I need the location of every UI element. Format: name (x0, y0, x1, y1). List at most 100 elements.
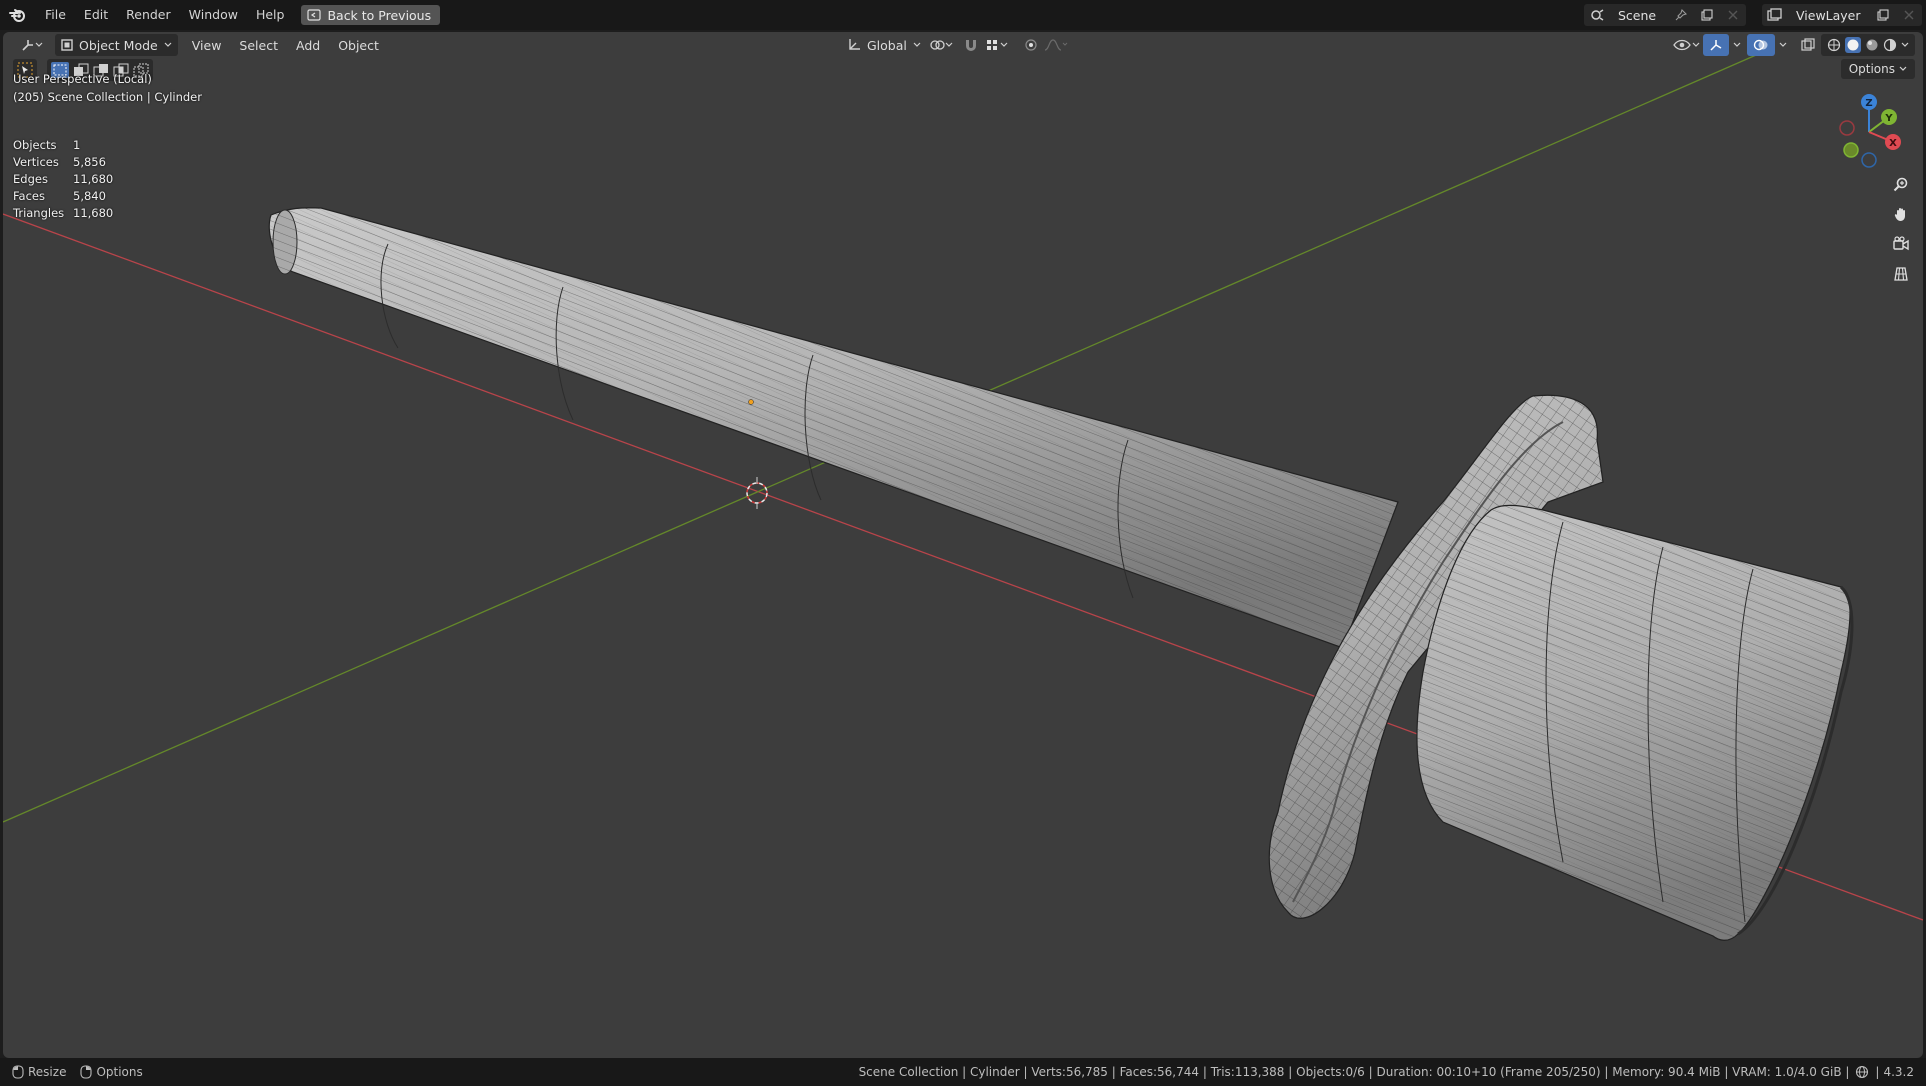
material-shading-icon[interactable] (1865, 38, 1879, 52)
stat-row: Objects 1 (13, 136, 113, 153)
stat-row: Vertices 5,856 (13, 153, 113, 170)
scene-icon (1584, 4, 1610, 26)
status-hints: Resize Options (12, 1065, 143, 1079)
back-to-previous-label: Back to Previous (327, 7, 432, 23)
menu-help[interactable]: Help (247, 0, 294, 30)
pivot-point-icon[interactable] (923, 34, 961, 56)
blender-logo-icon[interactable] (0, 0, 36, 30)
stat-row: Faces 5,840 (13, 187, 113, 204)
options-hint-label: Options (96, 1065, 143, 1079)
delete-viewlayer-icon[interactable] (1896, 4, 1922, 26)
stat-label: Triangles (13, 205, 65, 220)
options-dropdown[interactable]: Options (1840, 59, 1915, 79)
3d-viewport[interactable]: Object Mode View Select Add Object Globa… (3, 32, 1923, 1058)
visibility-eye-icon[interactable] (1667, 34, 1707, 56)
overlays-dropdown-icon[interactable] (1773, 34, 1793, 56)
select-menu[interactable]: Select (233, 34, 284, 56)
snap-increment-icon[interactable] (979, 34, 1017, 56)
pin-icon[interactable] (1668, 4, 1694, 26)
menu-file[interactable]: File (36, 0, 75, 30)
transform-orientation-dropdown[interactable]: Global (841, 34, 927, 56)
version-label: 4.3.2 (1883, 1065, 1914, 1079)
scene-info: Scene Collection | Cylinder | Verts:56,7… (858, 1065, 1914, 1079)
chevron-down-icon (913, 42, 921, 47)
editor-type-icon[interactable] (15, 34, 49, 56)
status-hint: Options (80, 1065, 143, 1079)
object-mode-dropdown[interactable]: Object Mode (55, 34, 178, 56)
delete-scene-icon[interactable] (1720, 4, 1746, 26)
object-mode-label: Object Mode (79, 37, 158, 53)
3d-cursor[interactable] (746, 477, 768, 509)
zoom-icon[interactable] (1889, 172, 1913, 196)
gizmo-y-label: Y (1884, 113, 1893, 124)
stat-label: Vertices (13, 154, 59, 169)
viewlayer-name[interactable]: ViewLayer (1788, 8, 1869, 23)
stat-value: 11,680 (73, 205, 114, 220)
scene-selector[interactable]: Scene (1584, 4, 1746, 26)
mouse-left-icon (12, 1065, 24, 1079)
viewlayer-icon (1762, 4, 1788, 26)
back-to-previous-button[interactable]: Back to Previous (301, 5, 441, 25)
viewlayer-selector[interactable]: ViewLayer (1762, 4, 1922, 26)
object-origin (748, 399, 754, 405)
menu-window[interactable]: Window (180, 0, 247, 30)
wireframe-shading-icon[interactable] (1827, 38, 1841, 52)
stat-row: Triangles 11,680 (13, 204, 113, 221)
stat-value: 1 (73, 137, 81, 152)
gizmo-neg-z[interactable] (1861, 152, 1877, 168)
bell-cup-mesh[interactable] (1416, 504, 1854, 941)
navigation-gizmo[interactable]: Z Y X (1829, 90, 1909, 170)
collection-label: (205) Scene Collection | Cylinder (13, 90, 202, 104)
new-viewlayer-icon[interactable] (1870, 4, 1896, 26)
chevron-down-icon[interactable] (1901, 42, 1909, 48)
status-hint: Resize (12, 1065, 66, 1079)
gizmo-toggle-icon[interactable] (1703, 34, 1729, 56)
chevron-down-icon (1899, 66, 1907, 71)
solid-shading-icon[interactable] (1845, 37, 1861, 53)
camera-view-icon[interactable] (1889, 232, 1913, 256)
shading-mode-group (1821, 34, 1915, 56)
orientation-label: Global (867, 37, 907, 53)
menu-render[interactable]: Render (117, 0, 180, 30)
viewport-header: Object Mode View Select Add Object Globa… (3, 32, 1923, 58)
top-menu-bar: File Edit Render Window Help Back to Pre… (0, 0, 1926, 30)
xray-toggle-icon[interactable] (1795, 34, 1821, 56)
gizmo-x-label: X (1889, 138, 1897, 149)
gizmo-neg-y[interactable] (1843, 142, 1859, 158)
options-label: Options (1848, 62, 1895, 76)
orientation-axes-icon (849, 39, 860, 50)
gizmo-z-label: Z (1865, 98, 1872, 109)
stat-value: 11,680 (73, 171, 114, 186)
new-scene-icon[interactable] (1694, 4, 1720, 26)
mouse-right-icon (80, 1065, 93, 1079)
overlays-toggle-icon[interactable] (1747, 34, 1775, 56)
blender-window: File Edit Render Window Help Back to Pre… (0, 0, 1926, 1086)
gizmo-dropdown-icon[interactable] (1727, 34, 1747, 56)
object-mode-icon (61, 39, 73, 51)
status-bar: Resize Options Scene Collection | Cylind… (0, 1058, 1926, 1086)
main-menu: File Edit Render Window Help (36, 0, 293, 30)
chevron-down-icon (164, 42, 172, 47)
orthographic-grid-icon[interactable] (1889, 262, 1913, 286)
view-name-label: User Perspective (Local) (13, 72, 152, 86)
back-icon (307, 9, 322, 21)
falloff-curve-icon[interactable] (1037, 34, 1075, 56)
object-menu[interactable]: Object (332, 34, 385, 56)
scene-info-text: Scene Collection | Cylinder | Verts:56,7… (858, 1065, 1850, 1079)
add-menu[interactable]: Add (290, 34, 326, 56)
stat-label: Faces (13, 188, 45, 203)
stat-row: Edges 11,680 (13, 170, 113, 187)
scene-name[interactable]: Scene (1610, 8, 1664, 23)
pan-hand-icon[interactable] (1889, 202, 1913, 226)
menu-edit[interactable]: Edit (75, 0, 117, 30)
resize-hint-label: Resize (28, 1065, 67, 1079)
stat-label: Edges (13, 171, 48, 186)
view-menu[interactable]: View (186, 34, 228, 56)
rendered-shading-icon[interactable] (1883, 38, 1897, 52)
globe-icon (1856, 1065, 1869, 1079)
viewport-scene (3, 51, 1923, 941)
scene-statistics: Objects 1 Vertices 5,856 Edges 11,680 Faces… (13, 136, 113, 221)
cylinder-shaft-mesh[interactable] (268, 207, 1399, 649)
gizmo-neg-x[interactable] (1839, 120, 1855, 136)
stat-value: 5,856 (73, 154, 106, 169)
